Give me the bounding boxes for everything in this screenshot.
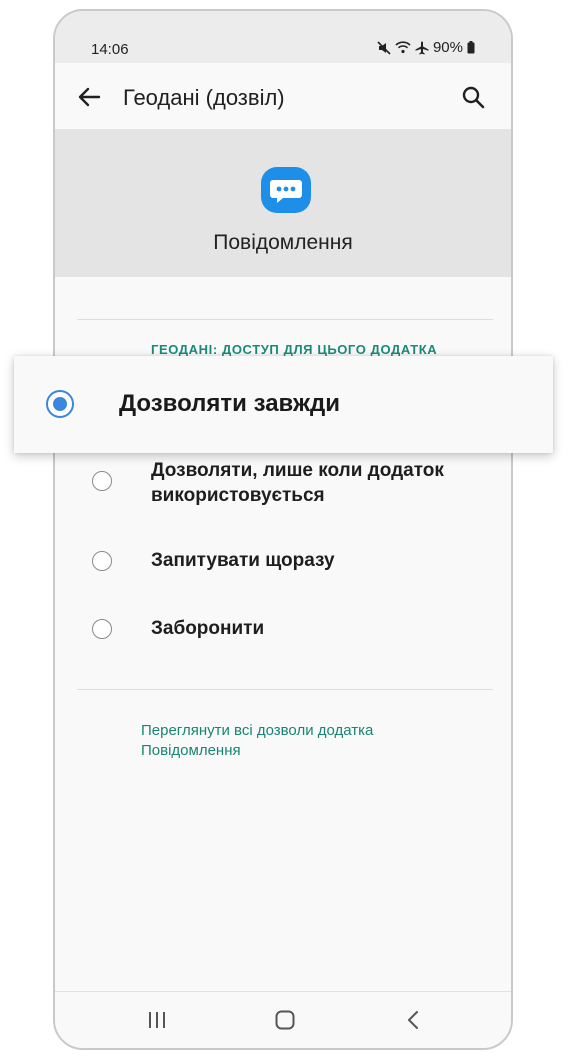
option-label: Дозволяти завжди [119,390,340,417]
app-name: Повідомлення [213,231,353,254]
battery-level: 90% [432,39,463,56]
messages-icon [261,167,311,213]
divider [77,319,493,320]
app-header: Повідомлення [55,129,511,277]
mute-icon [377,40,391,55]
back-arrow-icon[interactable] [75,83,103,111]
navigation-bar [55,991,511,1048]
status-bar: 14:06 90% [55,11,511,63]
option-deny[interactable]: Заборонити [55,607,511,651]
search-icon[interactable] [459,83,487,111]
status-icons: 90% [377,39,475,56]
option-allow-always[interactable]: Дозволяти завжди [14,356,553,453]
option-label: Запитувати щоразу [151,550,335,571]
status-time: 14:06 [91,41,129,58]
wifi-icon [395,41,411,54]
battery-icon [467,41,475,54]
option-ask-every-time[interactable]: Запитувати щоразу [55,539,511,583]
section-header: ГЕОДАНІ: ДОСТУП ДЛЯ ЦЬОГО ДОДАТКА [151,342,438,357]
phone-frame: 14:06 90% Геодані (дозвіл) Повідомлення … [53,9,513,1050]
option-allow-while-using[interactable]: Дозволяти, лише коли додаток використову… [55,456,511,518]
radio-button[interactable] [92,619,112,639]
back-icon[interactable] [400,1006,428,1034]
option-label: Заборонити [151,618,265,639]
radio-dot [53,397,67,411]
app-bar: Геодані (дозвіл) [55,63,511,129]
airplane-icon [415,41,429,55]
page-title: Геодані (дозвіл) [123,85,285,110]
radio-button[interactable] [92,471,112,491]
divider [77,689,493,690]
option-label: Дозволяти, лише коли додаток використову… [151,460,444,506]
radio-button-selected[interactable] [46,390,74,418]
recents-icon[interactable] [143,1006,171,1034]
home-icon[interactable] [271,1006,299,1034]
radio-button[interactable] [92,551,112,571]
view-all-permissions-link[interactable]: Переглянути всі дозволи додатка Повідомл… [141,721,441,761]
